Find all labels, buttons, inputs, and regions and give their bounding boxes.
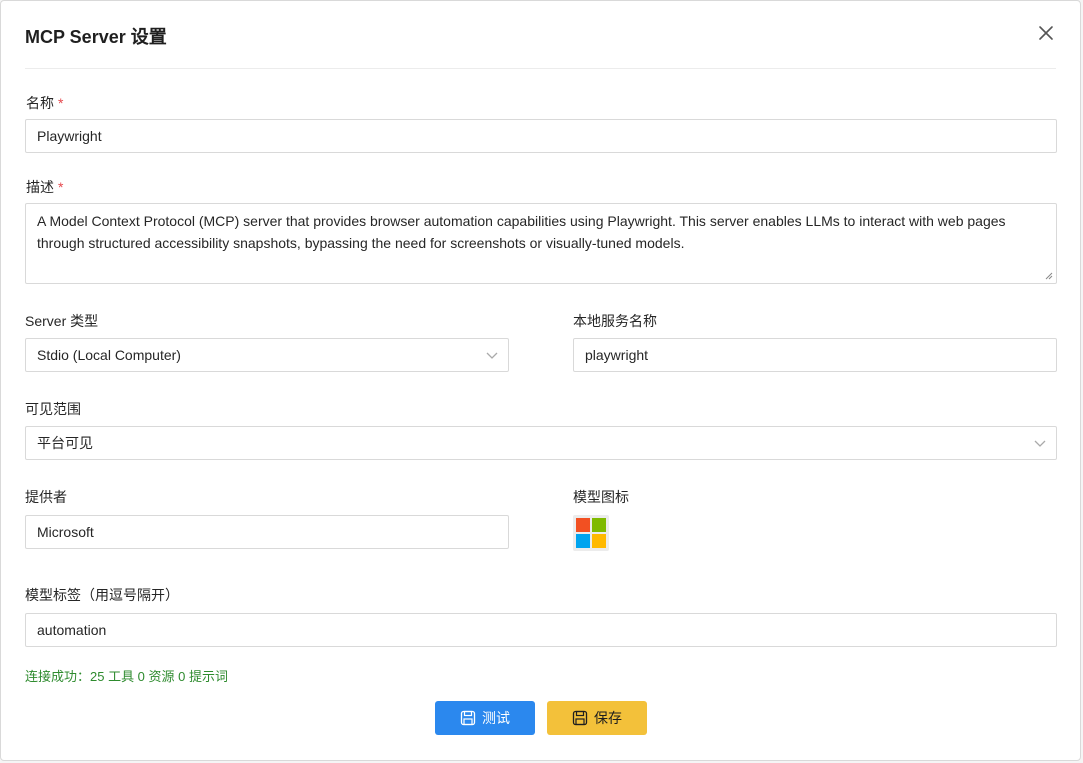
close-icon[interactable] [1036,23,1056,43]
save-disk-icon [572,710,588,726]
visibility-select[interactable]: 平台可见 [25,426,1057,460]
required-mark: * [58,179,64,195]
server-type-label: Server 类型 [25,313,99,329]
visibility-label: 可见范围 [25,401,81,417]
chevron-down-icon [486,352,498,359]
description-textarea[interactable]: A Model Context Protocol (MCP) server th… [25,203,1057,284]
provider-label: 提供者 [25,489,67,505]
logo-square-green [592,518,606,532]
header-divider [25,68,1056,69]
server-type-select[interactable]: Stdio (Local Computer) [25,338,509,372]
logo-square-blue [576,534,590,548]
description-label: 描述 * [26,177,63,197]
save-button[interactable]: 保存 [547,701,647,735]
logo-square-yellow [592,534,606,548]
tags-label: 模型标签（用逗号隔开） [25,587,179,603]
tags-input[interactable] [25,613,1057,647]
server-type-value: Stdio (Local Computer) [37,347,181,363]
chevron-down-icon [1034,440,1046,447]
required-mark: * [58,95,64,111]
resize-handle-icon[interactable] [1045,272,1053,280]
save-disk-icon [460,710,476,726]
microsoft-logo-icon[interactable] [573,515,609,551]
name-label: 名称 * [26,93,63,113]
local-service-name-label: 本地服务名称 [573,313,657,329]
mcp-server-settings-dialog: MCP Server 设置 名称* 描述* A Model Context Pr… [0,0,1081,761]
logo-square-red [576,518,590,532]
provider-input[interactable] [25,515,509,549]
test-button[interactable]: 测试 [435,701,535,735]
save-button-label: 保存 [594,710,622,726]
local-service-name-input[interactable] [573,338,1057,372]
dialog-title: MCP Server 设置 [25,27,167,47]
connection-status-text: 连接成功：25 工具 0 资源 0 提示词 [25,669,228,684]
description-label-text: 描述 [26,179,54,195]
visibility-value: 平台可见 [37,435,93,451]
model-icon-label: 模型图标 [573,489,629,505]
name-input[interactable] [25,119,1057,153]
name-label-text: 名称 [26,95,54,111]
test-button-label: 测试 [482,710,510,726]
